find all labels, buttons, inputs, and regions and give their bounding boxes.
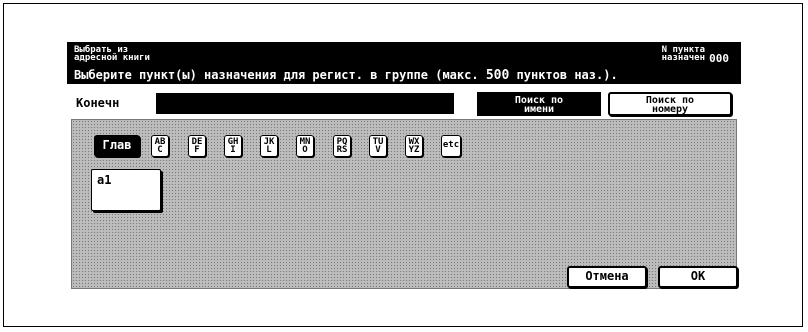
tab-jkl-line2: L (266, 145, 272, 155)
tab-pqrs[interactable]: PQ RS (333, 135, 351, 157)
cancel-button[interactable]: Отмена (567, 266, 647, 288)
search-by-name-line2: имени (523, 104, 555, 115)
tab-jkl[interactable]: JK L (260, 135, 278, 157)
tab-wxyz[interactable]: WX YZ (405, 135, 423, 157)
instruction-max: 500 (485, 68, 510, 83)
tab-main[interactable]: Глав (94, 135, 140, 157)
tab-ghi-line2: I (230, 145, 236, 155)
address-entry-button[interactable]: a1 (91, 169, 161, 211)
tab-pqrs-line2: RS (336, 145, 348, 155)
search-by-number-line2: номеру (651, 104, 689, 115)
tab-wxyz-line2: YZ (408, 145, 420, 155)
tab-abc[interactable]: AB C (151, 135, 169, 157)
dest-count-label-line2: назначен (661, 53, 705, 63)
address-book-panel: Выбрать из адресной книги N пункта назна… (67, 42, 741, 293)
header-bar: Выбрать из адресной книги N пункта назна… (67, 42, 741, 84)
instruction-prefix: Выберите пункт(ы) назначения для регист.… (74, 68, 486, 82)
tab-ghi[interactable]: GH I (224, 135, 242, 157)
address-entry-label: a1 (97, 173, 112, 187)
search-by-number-button[interactable]: Поиск по номеру (608, 92, 732, 116)
ok-button[interactable]: OK (658, 266, 738, 288)
tab-abc-line2: C (157, 145, 163, 155)
instruction-suffix: пунктов наз.). (509, 68, 618, 82)
tab-tuv[interactable]: TU V (369, 135, 387, 157)
destination-label: Конечн (76, 96, 120, 110)
dest-count-value: 000 (709, 52, 729, 65)
tab-mno[interactable]: MN O (296, 135, 314, 157)
tab-mno-line2: O (302, 145, 308, 155)
selection-area (71, 119, 737, 289)
tab-etc-label: etc (442, 140, 460, 150)
screen-title-line2: адресной книги (74, 53, 150, 63)
destination-field[interactable] (156, 93, 454, 114)
search-by-name-button[interactable]: Поиск по имени (477, 92, 601, 116)
tab-tuv-line2: V (375, 145, 381, 155)
instruction-message: Выберите пункт(ы) назначения для регист.… (74, 68, 618, 83)
tab-main-label: Глав (102, 138, 132, 152)
tab-def[interactable]: DE F (188, 135, 206, 157)
tab-etc[interactable]: etc (441, 135, 461, 157)
tab-def-line2: F (194, 145, 200, 155)
